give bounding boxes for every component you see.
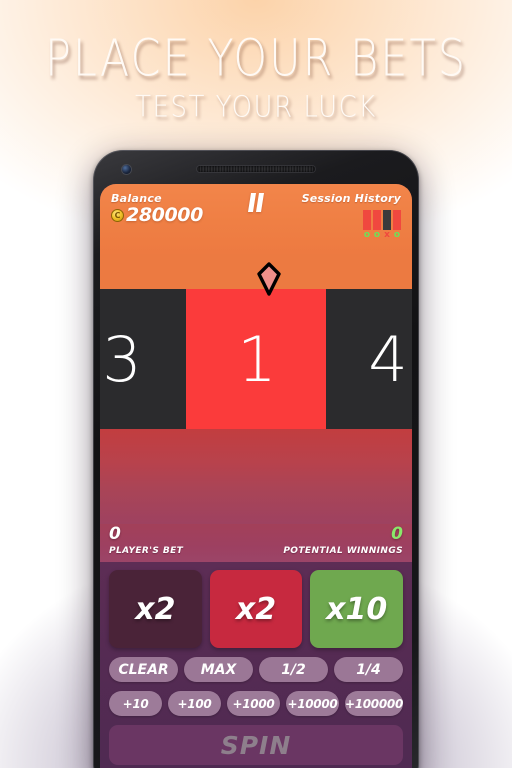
reel-cell-label: 1 <box>237 322 276 396</box>
potential-winnings-label: POTENTIAL WINNINGS <box>283 546 403 556</box>
bet-control-row: CLEAR MAX 1/2 1/4 <box>109 657 403 682</box>
bet-increment-row: +10 +100 +1000 +10000 +100000 <box>109 691 403 716</box>
bet-control-clear[interactable]: CLEAR <box>109 657 178 682</box>
reel-cell-label: 3 <box>102 322 141 396</box>
bet-increment-plus-10[interactable]: +10 <box>109 691 162 716</box>
session-history-label: Session History <box>301 192 401 205</box>
phone-top-bezel <box>100 156 412 184</box>
reel-cell-label: 4 <box>368 322 407 396</box>
bet-control-max[interactable]: MAX <box>184 657 253 682</box>
front-camera-icon <box>122 165 131 174</box>
reel-cell: 4 <box>326 289 412 429</box>
balance-value: 280000 <box>126 204 203 226</box>
history-bar <box>393 210 401 230</box>
phone-screen: Balance C 280000 Session History ooxo 3 … <box>100 184 412 768</box>
multiplier-button-2[interactable]: x2 <box>209 570 303 648</box>
history-mark: x <box>384 230 390 240</box>
bet-increment-plus-10000[interactable]: +10000 <box>285 691 339 716</box>
promo-text-block: PLACE YOUR BETS TEST YOUR LUCK <box>0 0 512 125</box>
bet-control-1-4[interactable]: 1/4 <box>334 657 403 682</box>
reel-cell: 3 <box>100 289 186 429</box>
pause-icon-bar-right <box>255 193 265 212</box>
game-topbar: Balance C 280000 Session History ooxo <box>100 184 412 254</box>
earpiece-speaker-icon <box>197 166 315 172</box>
multiplier-button-row: x2 x2 x10 <box>109 570 404 648</box>
multiplier-button-1[interactable]: x2 <box>109 570 202 648</box>
player-bet-value: 0 <box>109 524 121 544</box>
reel-cell: 1 <box>186 289 326 429</box>
bet-control-1-2[interactable]: 1/2 <box>259 657 328 682</box>
balance-block: Balance C 280000 <box>111 192 203 225</box>
history-mark: o <box>393 230 401 240</box>
coin-icon: C <box>111 209 124 222</box>
bet-summary-row: 0 PLAYER'S BET 0 POTENTIAL WINNINGS <box>100 524 412 562</box>
page-subtitle: TEST YOUR LUCK <box>135 90 377 125</box>
game-controls: x2 x2 x10 CLEAR MAX 1/2 1/4 +10 +100 +1000 +1000… <box>100 562 412 768</box>
pause-icon-bar-left <box>247 193 257 212</box>
history-bar <box>373 210 381 230</box>
history-mark: o <box>363 230 371 240</box>
session-history-block[interactable]: Session History ooxo <box>302 192 401 240</box>
history-bar <box>383 210 391 230</box>
phone-mockup: Balance C 280000 Session History ooxo 3 … <box>93 150 419 768</box>
multiplier-button-3[interactable]: x10 <box>310 570 404 648</box>
history-mark: o <box>373 230 381 240</box>
history-bar <box>363 210 371 230</box>
bet-increment-plus-100000[interactable]: +100000 <box>344 691 403 716</box>
reel-zone: 3 1 4 <box>100 254 412 429</box>
player-bet-label: PLAYER'S BET <box>109 546 184 556</box>
page-title: PLACE YOUR BETS <box>44 29 468 89</box>
balance-row: C 280000 <box>111 206 203 225</box>
bet-increment-plus-1000[interactable]: +1000 <box>226 691 280 716</box>
reel-lower-field <box>100 429 412 524</box>
pause-button[interactable] <box>247 193 265 212</box>
bet-increment-plus-100[interactable]: +100 <box>167 691 221 716</box>
reel-strip[interactable]: 3 1 4 <box>100 289 412 429</box>
session-history-bars <box>363 210 401 230</box>
potential-winnings-value: 0 <box>391 524 403 544</box>
spin-button[interactable]: SPIN <box>109 725 403 765</box>
session-history-marks: ooxo <box>363 231 401 240</box>
